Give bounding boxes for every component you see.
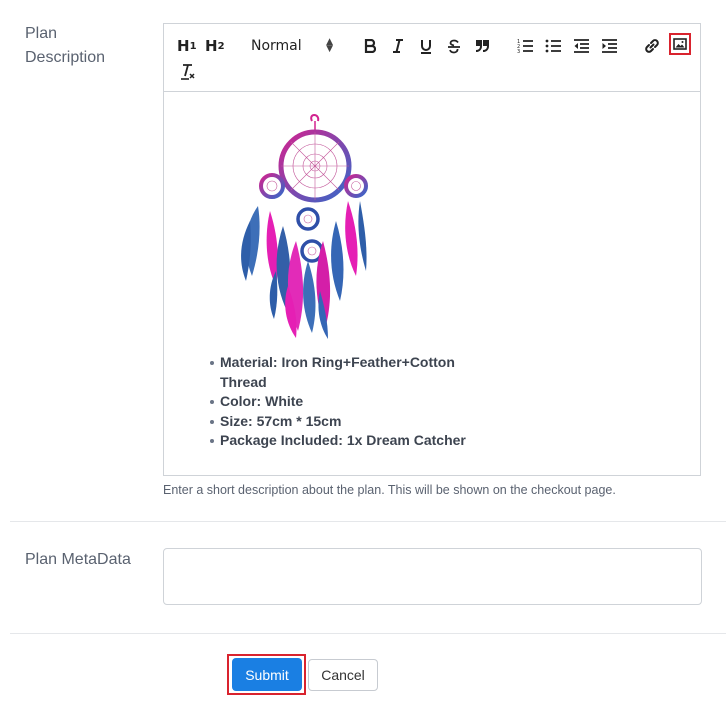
blockquote-icon <box>475 40 489 52</box>
image-icon <box>673 38 687 50</box>
outdent-button[interactable] <box>572 36 590 56</box>
underline-button[interactable] <box>418 36 434 56</box>
chevron-updown-icon: ▲ ▼ <box>326 37 333 54</box>
heading-2-button[interactable]: H2 <box>205 36 225 56</box>
bold-icon <box>364 39 376 53</box>
list-item: Package Included: 1x Dream Catcher <box>210 431 480 451</box>
clear-format-icon <box>181 63 195 80</box>
submit-button[interactable]: Submit <box>232 658 302 691</box>
plan-description-label: Plan Description <box>25 25 106 66</box>
strikethrough-button[interactable] <box>446 36 462 56</box>
outdent-icon <box>574 39 589 53</box>
strikethrough-icon <box>448 39 460 53</box>
list-item: Color: White <box>210 392 480 412</box>
list-item: Material: Iron Ring+Feather+Cotton Threa… <box>210 353 480 392</box>
plan-metadata-label: Plan MetaData <box>25 551 131 568</box>
image-button[interactable] <box>669 33 691 55</box>
bullet-list-icon <box>545 39 561 53</box>
editor-toolbar: H1 H2 Normal ▲ ▼ 123 <box>164 24 700 92</box>
plan-metadata-input[interactable] <box>163 548 702 605</box>
editor-content[interactable]: Material: Iron Ring+Feather+Cotton Threa… <box>164 91 700 475</box>
ordered-list-button[interactable]: 123 <box>516 36 534 56</box>
divider <box>10 521 726 522</box>
indent-button[interactable] <box>600 36 618 56</box>
bullet-list-button[interactable] <box>544 36 562 56</box>
indent-icon <box>602 39 617 53</box>
plan-description-help: Enter a short description about the plan… <box>163 483 616 497</box>
divider <box>10 633 726 634</box>
dream-catcher-image <box>241 114 368 339</box>
cancel-button[interactable]: Cancel <box>308 659 378 691</box>
list-item: Size: 57cm * 15cm <box>210 412 480 432</box>
italic-icon <box>393 39 403 53</box>
heading-1-button[interactable]: H1 <box>177 36 197 56</box>
bold-button[interactable] <box>363 36 377 56</box>
rich-text-editor: H1 H2 Normal ▲ ▼ 123 Material: Iron Ring… <box>163 23 701 476</box>
underline-icon <box>421 39 431 54</box>
format-select[interactable]: Normal ▲ ▼ <box>251 36 341 56</box>
ordered-list-icon: 123 <box>517 39 533 53</box>
clear-format-button[interactable] <box>179 61 197 81</box>
product-bullets: Material: Iron Ring+Feather+Cotton Threa… <box>208 353 480 451</box>
link-icon <box>645 39 659 53</box>
italic-button[interactable] <box>391 36 405 56</box>
blockquote-button[interactable] <box>474 36 490 56</box>
svg-text:3: 3 <box>517 49 520 53</box>
link-button[interactable] <box>643 36 661 56</box>
